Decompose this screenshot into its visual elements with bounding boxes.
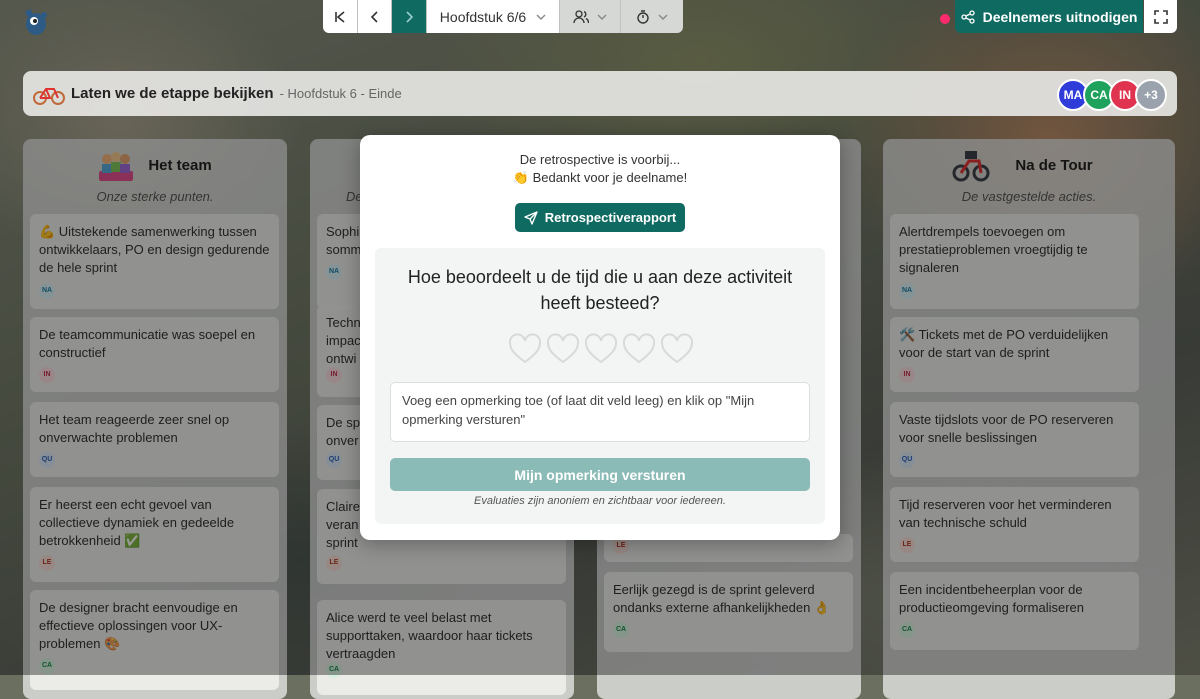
send-comment-button[interactable]: Mijn opmerking versturen bbox=[390, 458, 810, 491]
invite-participants-button[interactable]: Deelnemers uitnodigen bbox=[955, 0, 1143, 33]
heart-icon[interactable] bbox=[545, 332, 581, 366]
first-chapter-button[interactable] bbox=[323, 0, 358, 33]
comment-placeholder: Voeg een opmerking toe (of laat dit veld… bbox=[402, 393, 755, 427]
stage-header: Laten we de etappe bekijken - Hoofdstuk … bbox=[23, 71, 1177, 116]
rating-question: Hoe beoordeelt u de tijd die u aan deze … bbox=[407, 267, 793, 313]
chevron-down-icon bbox=[536, 14, 546, 20]
heart-icon[interactable] bbox=[507, 332, 543, 366]
stage-title: Laten we de etappe bekijken bbox=[71, 85, 274, 102]
fullscreen-icon bbox=[1153, 9, 1168, 24]
notification-dot bbox=[940, 14, 950, 24]
fullscreen-button[interactable] bbox=[1144, 0, 1177, 33]
chapter-select[interactable]: Hoofdstuk 6/6 bbox=[427, 0, 560, 33]
heart-rating bbox=[507, 332, 695, 366]
heart-icon[interactable] bbox=[659, 332, 695, 366]
retrospective-report-button[interactable]: Retrospectiverapport bbox=[515, 203, 685, 232]
timer-icon bbox=[637, 9, 649, 24]
users-icon bbox=[573, 9, 589, 23]
evaluation-panel: Hoe beoordeelt u de tijd die u aan deze … bbox=[375, 248, 825, 524]
more-avatars-badge[interactable]: +3 bbox=[1135, 79, 1167, 111]
report-button-label: Retrospectiverapport bbox=[544, 210, 677, 225]
send-icon bbox=[524, 210, 538, 225]
chevron-down-icon bbox=[658, 14, 668, 20]
first-icon bbox=[335, 10, 345, 23]
timer-dropdown[interactable] bbox=[621, 0, 683, 33]
thanks-text: 👏 Bedankt voor je deelname! bbox=[512, 170, 688, 185]
next-chapter-button[interactable] bbox=[392, 0, 427, 33]
anonymity-note: Evaluaties zijn anoniem en zichtbaar voo… bbox=[474, 495, 726, 507]
share-icon bbox=[960, 9, 975, 24]
participants-dropdown[interactable] bbox=[560, 0, 621, 33]
comment-textarea[interactable]: Voeg een opmerking toe (of laat dit veld… bbox=[390, 382, 810, 442]
bike-icon bbox=[33, 87, 65, 105]
toolbar: Hoofdstuk 6/6 bbox=[323, 0, 683, 33]
heart-icon[interactable] bbox=[621, 332, 657, 366]
invite-label: Deelnemers uitnodigen bbox=[982, 8, 1138, 25]
logo-icon[interactable] bbox=[20, 6, 52, 38]
heart-icon[interactable] bbox=[583, 332, 619, 366]
chapter-label: Hoofdstuk 6/6 bbox=[439, 8, 527, 25]
participants-avatars[interactable]: MA CA IN +3 bbox=[1057, 79, 1167, 111]
retro-over-text: De retrospective is voorbij... bbox=[519, 152, 681, 167]
next-icon bbox=[406, 10, 414, 23]
stage-subtitle: - Hoofdstuk 6 - Einde bbox=[279, 86, 402, 101]
end-retrospective-modal: De retrospective is voorbij... 👏 Bedankt… bbox=[360, 135, 840, 540]
previous-chapter-button[interactable] bbox=[358, 0, 392, 33]
chevron-down-icon bbox=[597, 14, 607, 20]
prev-icon bbox=[370, 10, 378, 23]
